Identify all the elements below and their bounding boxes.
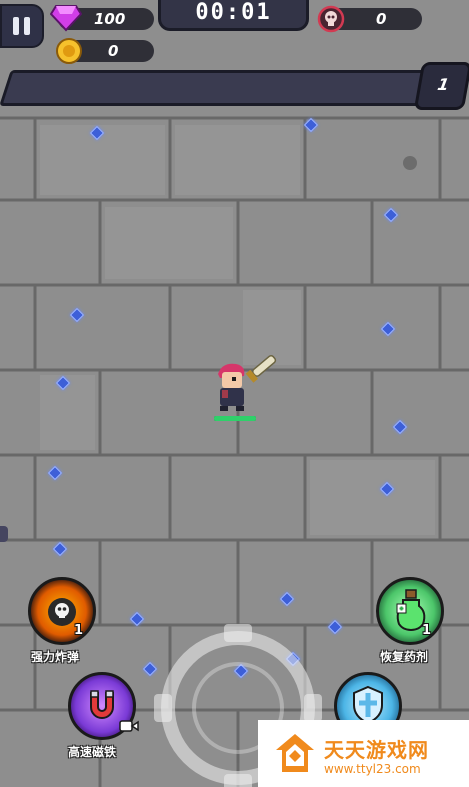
pause-icon bbox=[13, 17, 19, 35]
potion-count: 1 bbox=[422, 623, 432, 638]
skull-target-icon bbox=[317, 5, 345, 33]
bomb-count: 1 bbox=[74, 623, 84, 638]
magnet-skill-button[interactable] bbox=[68, 672, 139, 740]
enemy bbox=[0, 526, 8, 542]
coin-counter: 0 bbox=[56, 38, 154, 64]
magnet-skill-label: 高速磁铁 bbox=[68, 745, 117, 759]
gem-count: 100 bbox=[94, 10, 126, 28]
player-character bbox=[214, 355, 277, 421]
experience-bar bbox=[0, 70, 463, 106]
kill-counter: 0 bbox=[317, 5, 422, 33]
gem-counter: 100 bbox=[50, 5, 154, 32]
watermark-url: www.ttyl23.com bbox=[324, 762, 421, 776]
level-indicator: 1 bbox=[413, 62, 469, 110]
magnet-icon bbox=[90, 690, 114, 719]
diamond-icon bbox=[50, 5, 82, 32]
shield-cross-icon bbox=[353, 685, 383, 725]
watermark-title: 天天游戏网 bbox=[324, 738, 429, 762]
potion-skill-button[interactable] bbox=[376, 577, 444, 645]
pause-button[interactable] bbox=[0, 4, 44, 48]
video-icon bbox=[119, 720, 139, 732]
house-logo-icon bbox=[276, 734, 314, 772]
sword-icon bbox=[245, 355, 277, 383]
bomb-skill-button[interactable] bbox=[28, 577, 96, 645]
bomb-skill-label: 强力炸弹 bbox=[31, 650, 80, 664]
coin-count: 0 bbox=[108, 42, 119, 60]
game-timer: 00:01 bbox=[158, 0, 309, 31]
kill-count: 0 bbox=[376, 10, 387, 28]
watermark-banner: 天天游戏网 www.ttyl23.com bbox=[258, 720, 469, 787]
potion-skill-label: 恢复药剂 bbox=[380, 650, 429, 664]
coin-icon bbox=[56, 38, 82, 64]
